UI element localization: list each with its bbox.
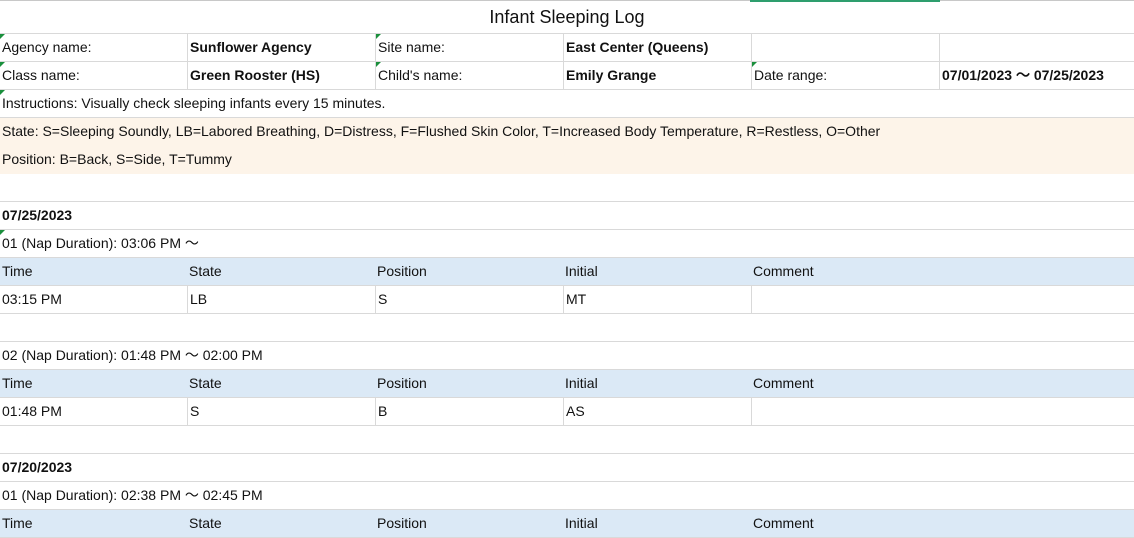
col-state-header[interactable]: State [187, 510, 375, 537]
col-position-header[interactable]: Position [375, 510, 563, 537]
date-label: Date range: [754, 67, 828, 83]
day-date[interactable]: 07/20/2023 [0, 454, 1134, 481]
title-row: Infant Sleeping Log [0, 0, 1134, 34]
state-cell[interactable]: LB [187, 286, 375, 313]
blank-row [0, 174, 1134, 202]
table-row: 03:15 PM LB S MT [0, 286, 1134, 314]
class-row: Class name: Green Rooster (HS) Child's n… [0, 62, 1134, 90]
comment-cell[interactable] [751, 398, 939, 425]
empty-cell[interactable] [751, 34, 939, 61]
position-legend-row: Position: B=Back, S=Side, T=Tummy [0, 146, 1134, 174]
column-header-row: Time State Position Initial Comment [0, 258, 1134, 286]
child-label-cell[interactable]: Child's name: [375, 62, 563, 89]
comment-marker-icon [752, 62, 757, 67]
agency-row: Agency name: Sunflower Agency Site name:… [0, 34, 1134, 62]
site-value-cell[interactable]: East Center (Queens) [563, 34, 751, 61]
nap-label: 01 (Nap Duration): 03:06 PM ～ [2, 235, 199, 251]
instructions-row: Instructions: Visually check sleeping in… [0, 90, 1134, 118]
state-legend-row: State: S=Sleeping Soundly, LB=Labored Br… [0, 118, 1134, 146]
initial-cell[interactable]: MT [563, 286, 751, 313]
position-cell[interactable]: S [375, 286, 563, 313]
comment-marker-icon [376, 34, 381, 39]
col-comment-header[interactable]: Comment [751, 258, 939, 285]
comment-marker-icon [0, 62, 5, 67]
state-legend[interactable]: State: S=Sleeping Soundly, LB=Labored Br… [0, 118, 1134, 145]
instructions-cell[interactable]: Instructions: Visually check sleeping in… [0, 90, 1134, 117]
col-state-header[interactable]: State [187, 258, 375, 285]
child-label: Child's name: [378, 67, 463, 83]
time-cell[interactable]: 01:48 PM [0, 398, 187, 425]
nap-row: 02 (Nap Duration): 01:48 PM ～ 02:00 PM [0, 342, 1134, 370]
time-cell[interactable]: 03:15 PM [0, 286, 187, 313]
site-label-cell[interactable]: Site name: [375, 34, 563, 61]
initial-cell[interactable]: AS [563, 398, 751, 425]
nap-label[interactable]: 01 (Nap Duration): 02:38 PM ～ 02:45 PM [0, 482, 1134, 509]
comment-cell[interactable] [751, 286, 939, 313]
column-header-row: Time State Position Initial Comment [0, 370, 1134, 398]
table-row: 01:48 PM S B AS [0, 398, 1134, 426]
col-time-header[interactable]: Time [0, 258, 187, 285]
col-position-header[interactable]: Position [375, 258, 563, 285]
agency-value-cell[interactable]: Sunflower Agency [187, 34, 375, 61]
col-position-header[interactable]: Position [375, 370, 563, 397]
nap-row: 01 (Nap Duration): 02:38 PM ～ 02:45 PM [0, 482, 1134, 510]
day-date[interactable]: 07/25/2023 [0, 202, 1134, 229]
col-comment-header[interactable]: Comment [751, 510, 939, 537]
blank-row [0, 314, 1134, 342]
comment-marker-icon [0, 230, 5, 235]
agency-label-cell[interactable]: Agency name: [0, 34, 187, 61]
instructions-text: Instructions: Visually check sleeping in… [2, 95, 386, 111]
spreadsheet: Infant Sleeping Log Agency name: Sunflow… [0, 0, 1134, 538]
date-row: 07/20/2023 [0, 454, 1134, 482]
date-value-cell[interactable]: 07/01/2023 ～ 07/25/2023 [939, 62, 1134, 89]
state-cell[interactable]: S [187, 398, 375, 425]
col-time-header[interactable]: Time [0, 510, 187, 537]
position-cell[interactable]: B [375, 398, 563, 425]
position-legend[interactable]: Position: B=Back, S=Side, T=Tummy [0, 146, 1134, 173]
col-state-header[interactable]: State [187, 370, 375, 397]
site-label: Site name: [378, 39, 445, 55]
col-comment-header[interactable]: Comment [751, 370, 939, 397]
comment-marker-icon [0, 90, 5, 95]
date-label-cell[interactable]: Date range: [751, 62, 939, 89]
comment-marker-icon [376, 62, 381, 67]
page-title[interactable]: Infant Sleeping Log [0, 5, 1134, 29]
col-time-header[interactable]: Time [0, 370, 187, 397]
class-label: Class name: [2, 67, 80, 83]
child-value-cell[interactable]: Emily Grange [563, 62, 751, 89]
nap-label-cell[interactable]: 01 (Nap Duration): 03:06 PM ～ [0, 230, 1134, 257]
class-label-cell[interactable]: Class name: [0, 62, 187, 89]
blank-row [0, 426, 1134, 454]
col-initial-header[interactable]: Initial [563, 370, 751, 397]
empty-cell[interactable] [939, 34, 1134, 61]
nap-label[interactable]: 02 (Nap Duration): 01:48 PM ～ 02:00 PM [0, 342, 1134, 369]
comment-marker-icon [0, 34, 5, 39]
col-initial-header[interactable]: Initial [563, 258, 751, 285]
nap-row: 01 (Nap Duration): 03:06 PM ～ [0, 230, 1134, 258]
date-row: 07/25/2023 [0, 202, 1134, 230]
class-value-cell[interactable]: Green Rooster (HS) [187, 62, 375, 89]
agency-label: Agency name: [2, 39, 92, 55]
col-initial-header[interactable]: Initial [563, 510, 751, 537]
column-header-row: Time State Position Initial Comment [0, 510, 1134, 538]
